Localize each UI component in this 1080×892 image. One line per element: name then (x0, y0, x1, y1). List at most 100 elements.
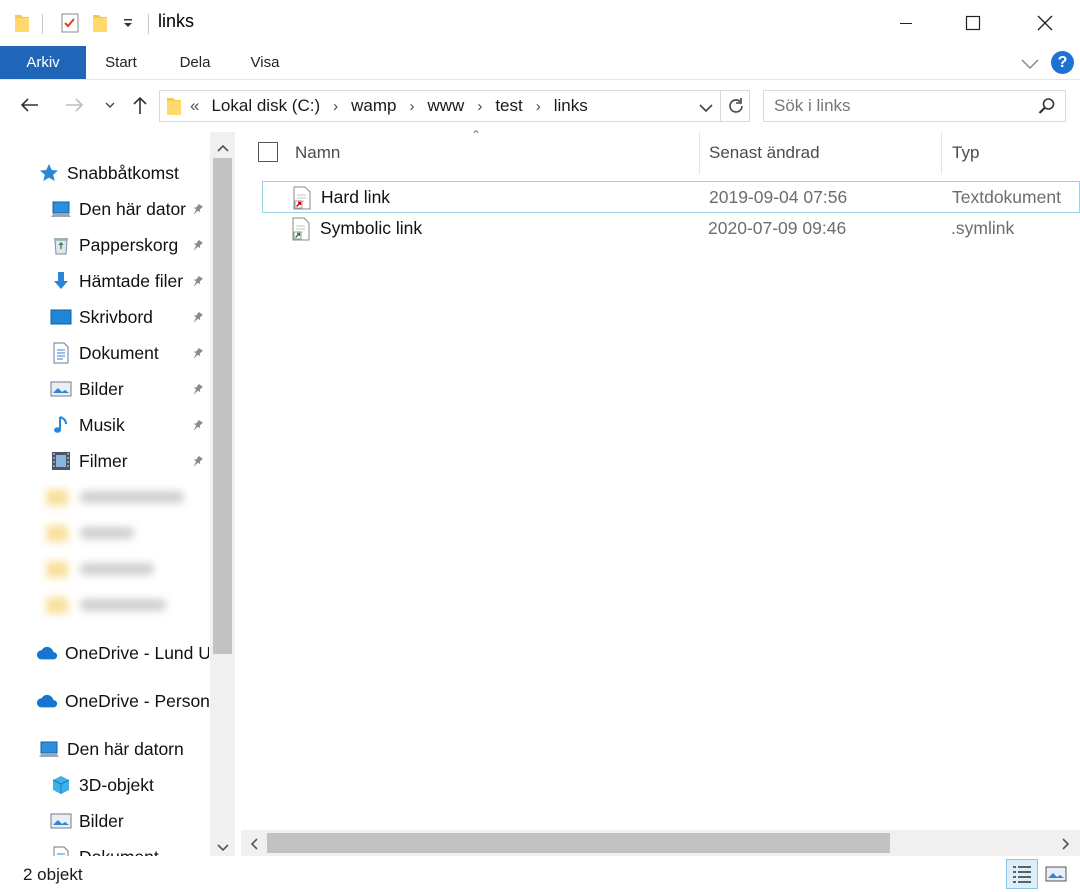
recycle-bin-icon (50, 234, 72, 256)
pin-icon[interactable] (190, 238, 204, 252)
close-button[interactable] (1010, 0, 1080, 46)
back-button[interactable] (14, 90, 44, 120)
sidebar-item-label: Den här datorn (79, 198, 187, 219)
scrollbar-thumb[interactable] (267, 833, 890, 853)
chevron-right-icon[interactable]: › (333, 98, 338, 115)
ribbon-tabs: Arkiv Start Dela Visa ? (0, 46, 1080, 80)
pin-icon[interactable] (190, 274, 204, 288)
file-row-symbolic-link[interactable]: Symbolic link 2020-07-09 09:46 .symlink (262, 213, 1080, 245)
up-arrow-icon (133, 96, 147, 114)
pictures-icon (50, 378, 72, 400)
pin-icon[interactable] (190, 310, 204, 324)
chevron-right-icon[interactable]: › (409, 98, 414, 115)
chevron-right-icon[interactable]: › (477, 98, 482, 115)
pin-icon[interactable] (190, 202, 204, 216)
details-view-button[interactable] (1006, 859, 1038, 889)
desktop-icon (50, 306, 72, 328)
sidebar-item-downloads[interactable]: Hämtade filer (50, 263, 187, 299)
scrollbar-thumb[interactable] (213, 158, 232, 654)
pin-icon[interactable] (190, 454, 204, 468)
address-bar[interactable]: « Lokal disk (C:) › wamp › www › test › … (159, 90, 750, 122)
up-button[interactable] (128, 90, 152, 120)
sidebar-item-this-pc[interactable]: Den här datorn (38, 731, 184, 767)
sidebar-scrollbar[interactable] (210, 132, 235, 856)
breadcrumb-item[interactable]: test (495, 96, 522, 116)
properties-icon[interactable] (56, 0, 84, 46)
sidebar-item-pictures[interactable]: Bilder (50, 371, 124, 407)
column-header-name[interactable]: Namn (295, 132, 340, 174)
sidebar-item-onedrive-lund[interactable]: OneDrive - Lund University (36, 635, 209, 671)
tab-start[interactable]: Start (92, 46, 150, 79)
pin-icon[interactable] (190, 346, 204, 360)
breadcrumb-item[interactable]: Lokal disk (C:) (211, 96, 320, 116)
pin-icon[interactable] (190, 382, 204, 396)
breadcrumb-item[interactable]: links (554, 96, 588, 116)
pin-icon[interactable] (190, 418, 204, 432)
sidebar-item-label: Papperskorg (79, 234, 179, 255)
sidebar-item-pc-documents[interactable]: Dokument (50, 839, 159, 856)
sidebar-item-onedrive-personal[interactable]: OneDrive - Personal (36, 683, 209, 719)
minimize-icon (900, 23, 912, 24)
address-dropdown-icon[interactable] (698, 99, 714, 119)
column-separator[interactable] (941, 132, 942, 174)
file-name: Symbolic link (320, 218, 423, 238)
close-icon (1037, 15, 1053, 31)
file-row-hard-link[interactable]: Hard link 2019-09-04 07:56 Textdokument (262, 181, 1080, 213)
item-count: 2 objekt (23, 865, 83, 884)
large-icons-view-button[interactable] (1040, 859, 1072, 889)
scroll-left-icon[interactable] (249, 836, 259, 856)
sidebar-item-videos[interactable]: Filmer (50, 443, 128, 479)
sidebar-item-this-pc-pinned[interactable]: Den här datorn (50, 191, 187, 227)
file-list-horizontal-scrollbar[interactable] (241, 830, 1080, 856)
search-input[interactable]: Sök i links (763, 90, 1066, 122)
select-all-checkbox[interactable] (258, 142, 278, 162)
forward-arrow-icon (66, 98, 84, 112)
scroll-right-icon[interactable] (1061, 836, 1071, 856)
breadcrumb-item[interactable]: wamp (351, 96, 396, 116)
minimize-button[interactable] (871, 0, 941, 46)
column-header-modified[interactable]: Senast ändrad (709, 132, 820, 174)
sidebar-item-3d-objects[interactable]: 3D-objekt (50, 767, 154, 803)
window-title: links (158, 11, 195, 31)
status-bar: 2 objekt (0, 856, 1080, 892)
star-icon (38, 162, 60, 184)
customize-quick-access-icon[interactable] (116, 0, 140, 46)
breadcrumb-overflow[interactable]: « (190, 96, 199, 116)
help-button[interactable]: ? (1051, 51, 1074, 74)
forward-button[interactable] (60, 90, 90, 120)
chevron-right-icon[interactable]: › (536, 98, 541, 115)
sidebar-item-desktop[interactable]: Skrivbord (50, 299, 153, 335)
tab-arkiv[interactable]: Arkiv (0, 46, 86, 79)
scroll-down-icon[interactable] (216, 838, 230, 858)
column-separator[interactable] (699, 132, 700, 174)
recent-locations-button[interactable] (100, 90, 120, 120)
refresh-icon[interactable] (726, 96, 746, 121)
tab-visa[interactable]: Visa (240, 46, 290, 79)
music-icon (50, 414, 72, 436)
sidebar-item-label: Den här datorn (67, 738, 184, 759)
sidebar-item-documents[interactable]: Dokument (50, 335, 159, 371)
sidebar-item-pc-pictures[interactable]: Bilder (50, 803, 124, 839)
sidebar-item-recycle-bin[interactable]: Papperskorg (50, 227, 178, 263)
tab-dela[interactable]: Dela (166, 46, 224, 79)
search-icon[interactable] (1038, 97, 1056, 120)
video-icon (50, 450, 72, 472)
expand-ribbon-chevron-icon[interactable] (1020, 56, 1040, 76)
large-icons-view-icon (1045, 866, 1067, 882)
details-view-icon (1013, 866, 1031, 883)
sidebar-item-label: Snabbåtkomst (67, 162, 179, 183)
column-header-type[interactable]: Typ (952, 132, 979, 174)
sidebar-item-quick-access[interactable]: Snabbåtkomst (38, 155, 179, 191)
redacted-folder (46, 522, 134, 544)
new-folder-icon[interactable] (88, 0, 112, 46)
scroll-up-icon[interactable] (216, 138, 230, 158)
sidebar-item-music[interactable]: Musik (50, 407, 125, 443)
sidebar-item-label: OneDrive - Lund University (65, 642, 209, 663)
file-name: Hard link (321, 187, 391, 207)
breadcrumb: « Lokal disk (C:) › wamp › www › test › … (190, 91, 588, 121)
breadcrumb-item[interactable]: www (427, 96, 464, 116)
sidebar-item-label: Bilder (79, 378, 124, 399)
maximize-button[interactable] (938, 0, 1008, 46)
redacted-folder (46, 558, 154, 580)
sidebar-item-label: Hämtade filer (79, 270, 184, 291)
